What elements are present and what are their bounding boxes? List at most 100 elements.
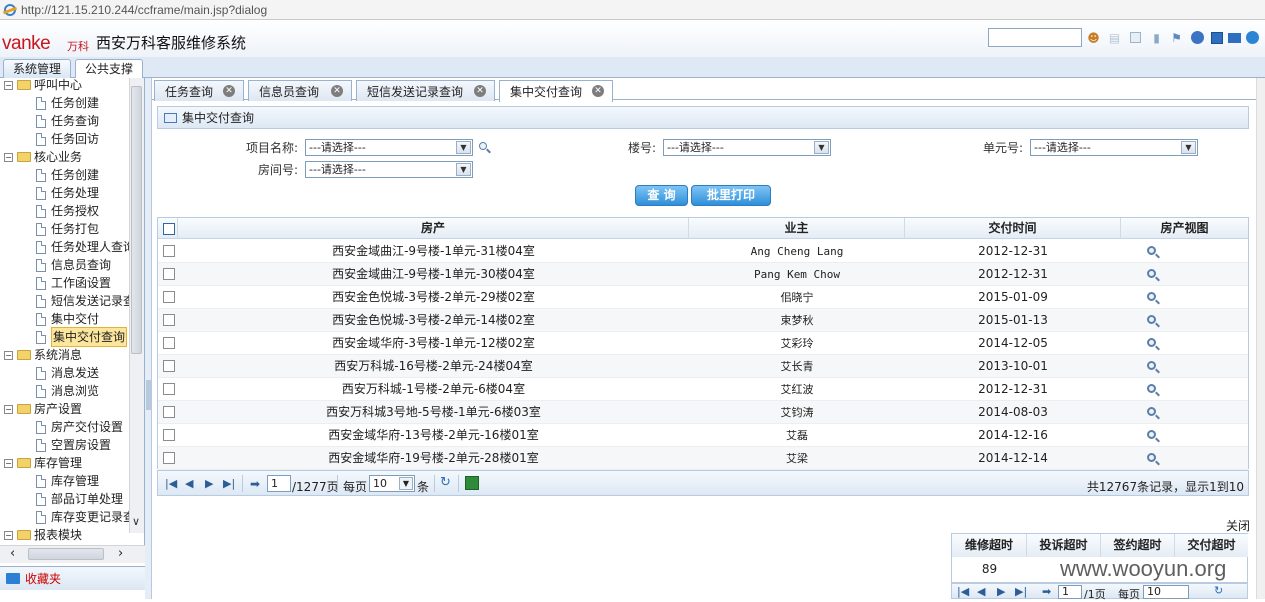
table-row[interactable]: 西安金域华府-19号楼-2单元-28楼01室 艾梁 2014-12-14 xyxy=(158,447,1248,470)
unit-select[interactable]: ---请选择--- ▼ xyxy=(1030,139,1198,156)
column-header-owner[interactable]: 业主 xyxy=(689,218,905,239)
row-checkbox[interactable] xyxy=(163,245,175,257)
prev-page-icon[interactable]: ◀ xyxy=(977,585,985,598)
help-icon[interactable] xyxy=(1245,30,1260,45)
tab-sms-record-query[interactable]: 短信发送记录查询 ✕ xyxy=(356,80,495,101)
page-number-input[interactable]: 1 xyxy=(267,475,291,492)
tree-folder[interactable]: − 呼叫中心 xyxy=(4,78,82,94)
magnifier-icon[interactable] xyxy=(1146,430,1156,439)
tree-item[interactable]: 工作函设置 xyxy=(36,274,111,292)
tree-item[interactable]: 任务打包 xyxy=(36,220,99,238)
chevron-down-icon[interactable]: ∨ xyxy=(132,515,140,528)
chevron-down-icon[interactable]: ▼ xyxy=(1181,141,1196,154)
bottom-page-input[interactable]: 1 xyxy=(1058,585,1082,599)
collapse-toggle-icon[interactable]: − xyxy=(4,458,13,468)
mail-icon[interactable] xyxy=(1227,30,1242,45)
column-header-repair-timeout[interactable]: 维修超时 xyxy=(952,534,1027,557)
tree-item[interactable]: 房产交付设置 xyxy=(36,418,123,436)
chevron-left-icon[interactable]: ‹ xyxy=(10,546,15,561)
next-page-icon[interactable]: ▶ xyxy=(205,477,213,490)
column-header-signing-timeout[interactable]: 签约超时 xyxy=(1101,534,1175,557)
magnifier-icon[interactable] xyxy=(1146,361,1156,370)
query-button[interactable]: 查 询 xyxy=(635,185,688,206)
row-checkbox[interactable] xyxy=(163,383,175,395)
go-arrow-icon[interactable]: ➡ xyxy=(1042,585,1051,598)
project-select[interactable]: ---请选择--- ▼ xyxy=(305,139,473,156)
tab-public-support[interactable]: 公共支撑 xyxy=(75,59,144,79)
table-row[interactable]: 西安万科城-1号楼-2单元-6楼04室 艾红波 2012-12-31 xyxy=(158,378,1248,401)
tree-item[interactable]: 任务回访 xyxy=(36,130,99,148)
layout-icon[interactable] xyxy=(1209,30,1224,45)
tree-item[interactable]: 空置房设置 xyxy=(36,436,111,454)
tree-hscroll-thumb[interactable] xyxy=(28,548,104,560)
address-url[interactable]: http://121.15.210.244/ccframe/main.jsp?d… xyxy=(21,3,267,17)
tree-item[interactable]: 部品订单处理 xyxy=(36,490,123,508)
magnifier-icon[interactable] xyxy=(1146,407,1156,416)
tree-folder[interactable]: − 报表模块 xyxy=(4,526,82,544)
collapse-toggle-icon[interactable]: − xyxy=(4,350,13,360)
magnifier-icon[interactable] xyxy=(1146,246,1156,255)
column-header-delivery-timeout[interactable]: 交付超时 xyxy=(1175,534,1248,557)
batch-print-button[interactable]: 批里打印 xyxy=(691,185,771,206)
tree-item[interactable]: 消息发送 xyxy=(36,364,99,382)
chevron-down-icon[interactable]: ▼ xyxy=(814,141,829,154)
close-link[interactable]: 关闭 xyxy=(1226,517,1250,534)
tab-informant-query[interactable]: 信息员查询 ✕ xyxy=(248,80,352,101)
magnifier-icon[interactable] xyxy=(1146,292,1156,301)
collapse-toggle-icon[interactable]: − xyxy=(4,530,13,540)
table-row[interactable]: 西安万科城-16号楼-2单元-24楼04室 艾长青 2013-10-01 xyxy=(158,355,1248,378)
collapse-toggle-icon[interactable]: − xyxy=(4,404,13,414)
excel-export-icon[interactable] xyxy=(465,476,479,490)
table-row[interactable]: 西安金域华府-13号楼-2单元-16楼01室 艾磊 2014-12-16 xyxy=(158,424,1248,447)
close-icon[interactable]: ✕ xyxy=(331,85,343,97)
lock-icon[interactable] xyxy=(1190,30,1205,45)
tree-folder[interactable]: − 系统消息 xyxy=(4,346,82,364)
tree-item[interactable]: 信息员查询 xyxy=(36,256,111,274)
table-row[interactable]: 西安金色悦城-3号楼-2单元-14楼02室 束梦秋 2015-01-13 xyxy=(158,309,1248,332)
tree-item[interactable]: 集中交付 xyxy=(36,310,99,328)
tree-item[interactable]: 库存管理 xyxy=(36,472,99,490)
column-header-complaint-timeout[interactable]: 投诉超时 xyxy=(1027,534,1101,557)
row-checkbox[interactable] xyxy=(163,452,175,464)
book-icon[interactable]: ▮ xyxy=(1149,30,1164,45)
tree-item[interactable]: 任务授权 xyxy=(36,202,99,220)
row-checkbox[interactable] xyxy=(163,291,175,303)
users-icon[interactable]: ☻ xyxy=(1086,30,1101,45)
tree-item[interactable]: 任务处理人查询 xyxy=(36,238,135,256)
search-icon[interactable] xyxy=(479,139,487,153)
close-icon[interactable]: ✕ xyxy=(474,85,486,97)
bottom-per-page-select[interactable]: 10 xyxy=(1143,585,1189,599)
row-checkbox[interactable] xyxy=(163,268,175,280)
magnifier-icon[interactable] xyxy=(1146,315,1156,324)
tab-task-query[interactable]: 任务查询 ✕ xyxy=(154,80,244,101)
tree-item[interactable]: 消息浏览 xyxy=(36,382,99,400)
tree-item[interactable]: 任务查询 xyxy=(36,112,99,130)
row-checkbox[interactable] xyxy=(163,314,175,326)
magnifier-icon[interactable] xyxy=(1146,338,1156,347)
row-checkbox[interactable] xyxy=(163,429,175,441)
magnifier-icon[interactable] xyxy=(1146,384,1156,393)
first-page-icon[interactable]: |◀ xyxy=(165,477,177,490)
table-row[interactable]: 西安万科城3号地-5号楼-1单元-6楼03室 艾钧涛 2014-08-03 xyxy=(158,401,1248,424)
prev-page-icon[interactable]: ◀ xyxy=(185,477,193,490)
column-header-delivery-date[interactable]: 交付时间 xyxy=(905,218,1121,239)
address-bar[interactable]: http://121.15.210.244/ccframe/main.jsp?d… xyxy=(0,0,1265,20)
room-select[interactable]: ---请选择--- ▼ xyxy=(305,161,473,178)
main-vertical-scrollbar[interactable] xyxy=(1256,78,1265,599)
magnifier-icon[interactable] xyxy=(1146,269,1156,278)
select-all-checkbox[interactable] xyxy=(163,223,175,235)
tab-system-management[interactable]: 系统管理 xyxy=(3,59,72,78)
tree-folder[interactable]: − 房产设置 xyxy=(4,400,82,418)
refresh-icon[interactable]: ↻ xyxy=(1214,584,1223,597)
tree-scroll-thumb[interactable] xyxy=(131,86,142,354)
table-row[interactable]: 西安金域曲江-9号楼-1单元-31楼04室 Ang Cheng Lang 2012-… xyxy=(158,240,1248,263)
collapse-arrow-icon[interactable] xyxy=(146,380,151,410)
table-row[interactable]: 西安金域华府-3号楼-1单元-12楼02室 艾彩玲 2014-12-05 xyxy=(158,332,1248,355)
collapse-toggle-icon[interactable]: − xyxy=(4,152,13,162)
close-square-icon[interactable] xyxy=(1128,30,1143,45)
tree-item[interactable]: 任务创建 xyxy=(36,94,99,112)
building-select[interactable]: ---请选择--- ▼ xyxy=(663,139,831,156)
close-icon[interactable]: ✕ xyxy=(592,85,604,97)
last-page-icon[interactable]: ▶| xyxy=(1015,585,1027,598)
bookmark-icon[interactable]: ⚑ xyxy=(1169,30,1184,45)
